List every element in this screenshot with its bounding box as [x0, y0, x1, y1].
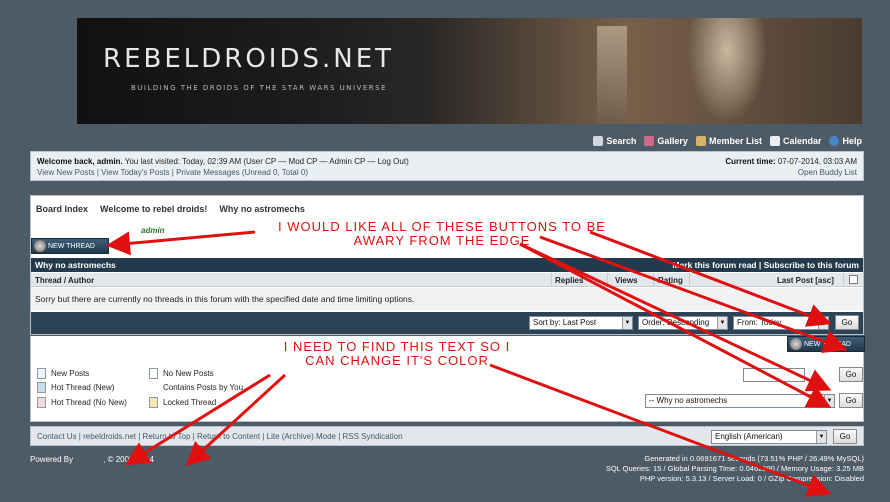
calendar-icon — [769, 136, 780, 146]
footer-bar: Contact Us | rebeldroids.net | Return to… — [30, 426, 864, 446]
sort-go-button[interactable]: Go — [835, 315, 859, 330]
banner-droid-image — [687, 18, 767, 124]
lock-icon — [149, 397, 158, 408]
annotation-buttons: I WOULD LIKE ALL OF THESE BUTTONS TO BE … — [278, 219, 606, 248]
forum-header: Why no astromechs Mark this forum read |… — [31, 258, 863, 272]
breadcrumb-category[interactable]: Welcome to rebel droids! — [100, 204, 207, 214]
legend-no-new-posts: No New Posts — [149, 368, 214, 379]
search-icon — [593, 136, 604, 146]
language-go-button[interactable]: Go — [833, 429, 857, 444]
annotation-text-color: I NEED TO FIND THIS TEXT SO I CAN CHANGE… — [283, 339, 511, 368]
current-time-label: Current time: — [725, 157, 776, 166]
moderator-name[interactable]: admin — [141, 226, 165, 235]
forum-search-input[interactable] — [743, 368, 805, 382]
col-last-post[interactable]: Last Post [asc] — [777, 276, 834, 285]
forum-title: Why no astromechs — [35, 260, 116, 270]
dot-icon — [149, 382, 158, 393]
order-select[interactable]: Order: Descending ▼ — [638, 316, 728, 330]
hot-thread-new-icon — [37, 382, 46, 393]
legend-hot-no-new: Hot Thread (No New) — [37, 397, 127, 408]
welcome-quick-links[interactable]: View New Posts | View Today's Posts | Pr… — [37, 168, 409, 177]
nav-member-list[interactable]: Member List — [695, 136, 762, 146]
gallery-icon — [644, 136, 655, 146]
col-rating[interactable]: Rating — [658, 276, 683, 285]
banner-tower-image — [597, 26, 627, 124]
nav-search[interactable]: Search — [593, 136, 636, 146]
welcome-bar: Welcome back, admin. You last visited: T… — [30, 151, 864, 181]
search-go-button[interactable]: Go — [839, 367, 863, 382]
jump-go-button[interactable]: Go — [839, 393, 863, 408]
new-thread-button-top[interactable]: NEW THREAD — [31, 238, 109, 254]
droid-icon — [790, 338, 802, 350]
legend-your-posts: Contains Posts by You — [149, 382, 243, 393]
no-threads-message: Sorry but there are currently no threads… — [31, 288, 863, 310]
help-icon — [829, 136, 840, 146]
legend-locked: Locked Thread — [149, 397, 216, 408]
no-new-posts-icon — [149, 368, 158, 379]
droid-icon — [34, 240, 46, 252]
new-posts-icon — [37, 368, 46, 379]
site-title: REBELDROIDS.NET — [103, 44, 395, 74]
members-icon — [695, 136, 706, 146]
breadcrumb: Board Index Welcome to rebel droids! Why… — [36, 204, 305, 214]
breadcrumb-board-index[interactable]: Board Index — [36, 204, 88, 214]
site-banner[interactable]: REBELDROIDS.NET BUILDING THE DROIDS OF T… — [77, 18, 862, 124]
forum-jump-select[interactable]: -- Why no astromechs ▼ — [645, 394, 835, 408]
thread-table-header: Thread / Author Replies Views Rating Las… — [31, 273, 863, 287]
forum-panel: Board Index Welcome to rebel droids! Why… — [30, 195, 864, 335]
select-all-checkbox[interactable] — [849, 275, 858, 284]
open-buddy-list-link[interactable]: Open Buddy List — [725, 168, 857, 177]
from-select[interactable]: From: Today ▼ — [733, 316, 829, 330]
forum-actions[interactable]: Mark this forum read | Subscribe to this… — [672, 260, 859, 270]
nav-gallery[interactable]: Gallery — [644, 136, 688, 146]
footer-links[interactable]: Contact Us | rebeldroids.net | Return to… — [37, 432, 403, 441]
current-time-value: 07-07-2014, 03:03 AM — [777, 157, 857, 166]
nav-help[interactable]: Help — [829, 136, 862, 146]
sort-bar: Sort by: Last Post ▼ Order: Descending ▼ F… — [31, 312, 863, 334]
welcome-greeting: Welcome back, admin. — [37, 157, 123, 166]
site-subtitle: BUILDING THE DROIDS OF THE STAR WARS UNI… — [131, 84, 388, 92]
col-thread-author[interactable]: Thread / Author — [35, 276, 94, 285]
sort-by-select[interactable]: Sort by: Last Post ▼ — [529, 316, 633, 330]
nav-calendar[interactable]: Calendar — [769, 136, 821, 146]
top-nav: Search Gallery Member List Calendar Help — [593, 136, 862, 146]
legend-hot-new: Hot Thread (New) — [37, 382, 114, 393]
breadcrumb-forum: Why no astromechs — [219, 204, 305, 214]
col-replies[interactable]: Replies — [555, 276, 583, 285]
language-select[interactable]: English (American) ▼ — [711, 430, 827, 444]
powered-by: Powered By, © 2002-2014 — [30, 455, 154, 464]
new-thread-button-bottom[interactable]: NEW THREAD — [787, 336, 865, 352]
legend-new-posts: New Posts — [37, 368, 89, 379]
hot-thread-icon — [37, 397, 46, 408]
col-views[interactable]: Views — [615, 276, 638, 285]
welcome-visit-info[interactable]: You last visited: Today, 02:39 AM (User … — [125, 157, 409, 166]
page-stats: Generated in 0.0691671 seconds (73.51% P… — [605, 454, 864, 483]
